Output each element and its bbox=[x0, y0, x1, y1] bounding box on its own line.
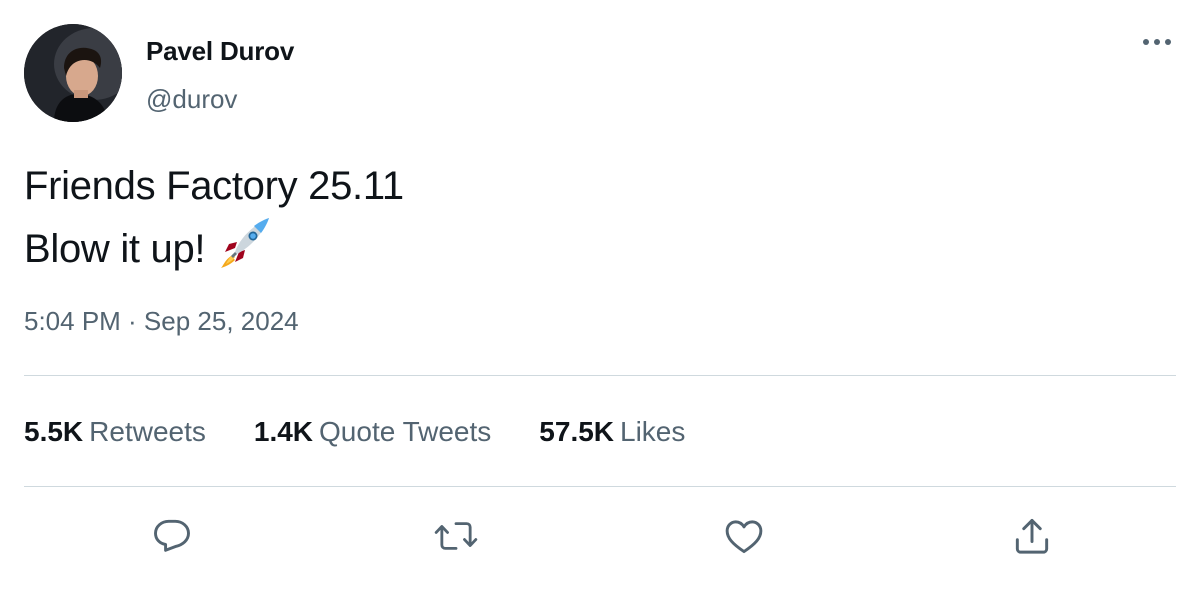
avatar[interactable] bbox=[24, 24, 122, 122]
divider bbox=[24, 375, 1176, 376]
tweet-stats: 5.5K Retweets 1.4K Quote Tweets 57.5K Likes bbox=[24, 416, 733, 448]
stat-label: Likes bbox=[620, 416, 686, 447]
like-icon bbox=[725, 520, 763, 554]
stat-label: Retweets bbox=[89, 416, 206, 447]
rocket-icon bbox=[217, 214, 273, 285]
reply-button[interactable] bbox=[148, 512, 196, 560]
tweet-line-2-wrap: Blow it up! bbox=[24, 214, 404, 285]
share-icon bbox=[1015, 518, 1049, 554]
avatar-photo bbox=[24, 24, 122, 122]
reply-icon bbox=[154, 519, 190, 552]
retweet-icon bbox=[434, 522, 478, 550]
stat-quote-tweets[interactable]: 1.4K Quote Tweets bbox=[254, 416, 491, 448]
like-button[interactable] bbox=[720, 512, 768, 560]
share-button[interactable] bbox=[1008, 512, 1056, 560]
stat-value: 57.5K bbox=[539, 416, 615, 447]
stat-label: Quote Tweets bbox=[319, 416, 492, 447]
tweet-line-2: Blow it up! bbox=[24, 227, 206, 271]
tweet-text: Friends Factory 25.11 Blow it up! bbox=[24, 158, 404, 285]
handle[interactable]: @durov bbox=[146, 84, 237, 115]
more-options-button[interactable] bbox=[1140, 30, 1174, 54]
retweet-button[interactable] bbox=[432, 512, 480, 560]
tweet-line-1: Friends Factory 25.11 bbox=[24, 164, 404, 208]
divider bbox=[24, 486, 1176, 487]
display-name[interactable]: Pavel Durov bbox=[146, 36, 294, 67]
stat-value: 5.5K bbox=[24, 416, 84, 447]
timestamp[interactable]: 5:04 PM · Sep 25, 2024 bbox=[24, 306, 299, 337]
more-icon bbox=[1143, 39, 1171, 45]
stat-likes[interactable]: 57.5K Likes bbox=[539, 416, 685, 448]
stat-value: 1.4K bbox=[253, 416, 314, 447]
stat-retweets[interactable]: 5.5K Retweets bbox=[24, 416, 206, 448]
